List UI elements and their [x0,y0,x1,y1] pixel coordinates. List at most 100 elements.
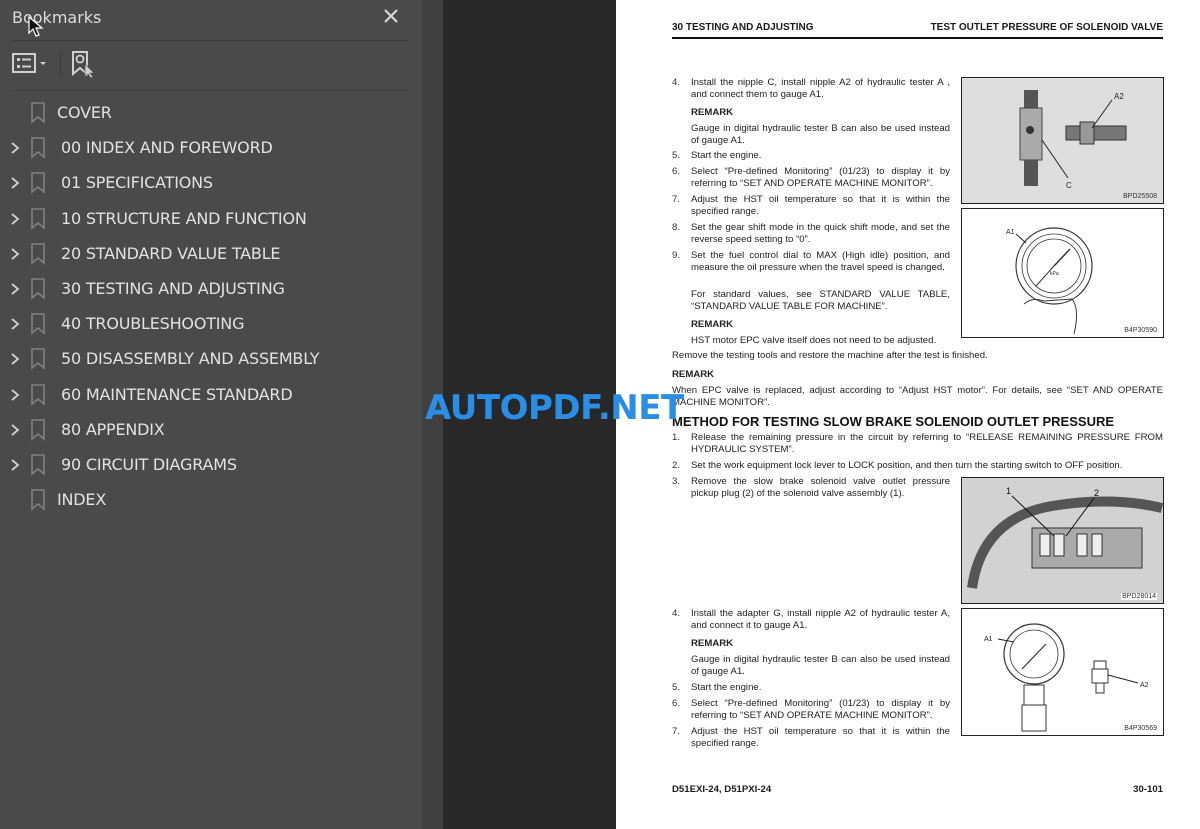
bookmark-item[interactable]: 30 TESTING AND ADJUSTING [0,272,422,307]
bookmark-icon [30,348,46,371]
page-header-right: TEST OUTLET PRESSURE OF SOLENOID VALVE [930,22,1163,33]
step-number: 1. [672,432,681,443]
figure-gauge: A1 kPa B4P30590 [961,208,1164,338]
step-number: 6. [672,166,681,177]
chevron-right-icon[interactable] [8,139,22,157]
step-number: 4. [672,608,681,619]
toolbar-separator [60,50,61,78]
step-number: 7. [672,194,681,205]
remark-label: REMARK [691,107,734,118]
options-menu-button[interactable] [12,52,52,76]
figure-label: A2 [1114,92,1124,101]
step-text: Select “Pre-defined Monitoring” (01/23) … [691,698,950,721]
bookmark-item[interactable]: 20 STANDARD VALUE TABLE [0,237,422,272]
step-number: 5. [672,682,681,693]
bookmark-label: 20 STANDARD VALUE TABLE [61,243,281,263]
bookmark-item[interactable]: 40 TROUBLESHOOTING [0,307,422,342]
chevron-right-icon[interactable] [8,456,22,474]
nipple-photo-illustration: A2 C [962,78,1163,203]
solenoid-valve-illustration: 1 2 [962,478,1163,603]
chevron-right-icon[interactable] [8,315,22,333]
bookmark-icon [30,454,46,476]
bookmark-label: 80 APPENDIX [61,419,165,439]
figure-label: A1 [1006,229,1015,236]
restore-text: Remove the testing tools and restore the… [672,350,988,361]
page-number: 30-101 [1133,784,1163,795]
bookmark-icon [30,418,46,441]
bookmark-label: 10 STRUCTURE AND FUNCTION [61,208,307,228]
step-text: Adjust the HST oil temperature so that i… [691,194,950,217]
remark-label: REMARK [691,319,734,330]
panel-separator [12,40,408,41]
bookmark-item[interactable]: 80 APPENDIX [0,413,422,448]
bookmark-icon [30,242,46,265]
bookmark-item[interactable]: COVER [0,96,422,131]
step-number: 5. [672,150,681,161]
step-number: 7. [672,726,681,737]
chevron-right-icon[interactable] [8,280,22,298]
remark-label: REMARK [691,638,734,649]
bookmark-label: 30 TESTING AND ADJUSTING [61,278,285,298]
gauge-adapter-illustration: A1 A2 [984,623,1149,732]
remark-text: Gauge in digital hydraulic tester B can … [691,123,950,146]
bookmark-list: COVER 00 INDEX AND FOREWORD 01 SPECIFICATI… [0,96,422,518]
bookmark-label: 50 DISASSEMBLY AND ASSEMBLY [61,349,320,369]
remark-label: REMARK [672,369,715,380]
figure-code: BPD28014 [1121,593,1157,600]
remark-text: HST motor EPC valve itself does not need… [691,335,937,346]
chevron-right-icon[interactable] [8,245,22,263]
chevron-right-icon[interactable] [8,174,22,192]
step-number: 6. [672,698,681,709]
step-text: Install the nipple C, install nipple A2 … [691,77,950,100]
step-text: Adjust the HST oil temperature so that i… [691,726,950,749]
bookmark-label: COVER [57,103,112,122]
section-heading: METHOD FOR TESTING SLOW BRAKE SOLENOID O… [672,414,1115,429]
figure-label: 1 [1006,486,1011,496]
standard-values-text: For standard values, see STANDARD VALUE … [691,289,950,312]
step-text: Select “Pre-defined Monitoring” (01/23) … [691,166,950,189]
step-number: 8. [672,222,681,233]
chevron-right-icon[interactable] [8,350,22,368]
step-number: 2. [672,460,681,471]
figure-label: A1 [984,636,993,643]
figure-solenoid-photo: 1 2 BPD28014 [961,477,1164,604]
step-text: Release the remaining pressure in the ci… [691,432,1163,455]
bookmark-item[interactable]: 01 SPECIFICATIONS [0,166,422,201]
find-current-bookmark-icon [72,51,95,79]
step-text: Start the engine. [691,150,762,161]
header-rule [672,37,1163,39]
bookmark-item[interactable]: 50 DISASSEMBLY AND ASSEMBLY [0,342,422,377]
chevron-right-icon[interactable] [8,386,22,404]
step-text: Set the fuel control dial to MAX (High i… [691,250,950,273]
bookmark-label: 90 CIRCUIT DIAGRAMS [61,454,237,474]
panel-resize-splitter[interactable] [422,0,444,829]
bookmark-item[interactable]: 90 CIRCUIT DIAGRAMS [0,448,422,483]
figure-label: A2 [1140,682,1149,689]
bookmark-icon [30,313,46,335]
find-current-bookmark-button[interactable] [70,50,98,79]
bookmarks-panel: Bookmarks COVER 00 INDEX AND FOREWORD 01 S… [0,0,422,829]
close-icon[interactable] [380,4,402,28]
step-text: Install the adapter G, install nipple A2… [691,608,950,631]
chevron-right-icon[interactable] [8,421,22,439]
step-number: 4. [672,77,681,88]
figure-code: B4P30590 [1124,327,1157,334]
bookmark-item[interactable]: INDEX [0,483,422,518]
bookmark-label: 40 TROUBLESHOOTING [61,314,245,334]
bookmark-item[interactable]: 00 INDEX AND FOREWORD [0,131,422,166]
bookmark-label: 00 INDEX AND FOREWORD [61,138,273,158]
page-header-left: 30 TESTING AND ADJUSTING [672,22,814,33]
remark-text: When EPC valve is replaced, adjust accor… [672,385,1163,408]
document-page: 30 TESTING AND ADJUSTING TEST OUTLET PRE… [616,0,1200,829]
step-text: Start the engine. [691,682,762,693]
chevron-right-icon[interactable] [8,210,22,228]
step-text: Remove the slow brake solenoid valve out… [691,476,950,499]
bookmark-item[interactable]: 60 MAINTENANCE STANDARD [0,378,422,413]
figure-label: 2 [1094,488,1099,498]
gauge-illustration: A1 kPa [1006,227,1093,335]
figure-gauge-adapter: A1 A2 B4P30569 [961,608,1164,736]
page-footer-model: D51EXI-24, D51PXI-24 [672,784,772,795]
bookmark-icon [30,207,46,230]
bookmark-item[interactable]: 10 STRUCTURE AND FUNCTION [0,202,422,237]
bookmark-icon [30,137,46,159]
